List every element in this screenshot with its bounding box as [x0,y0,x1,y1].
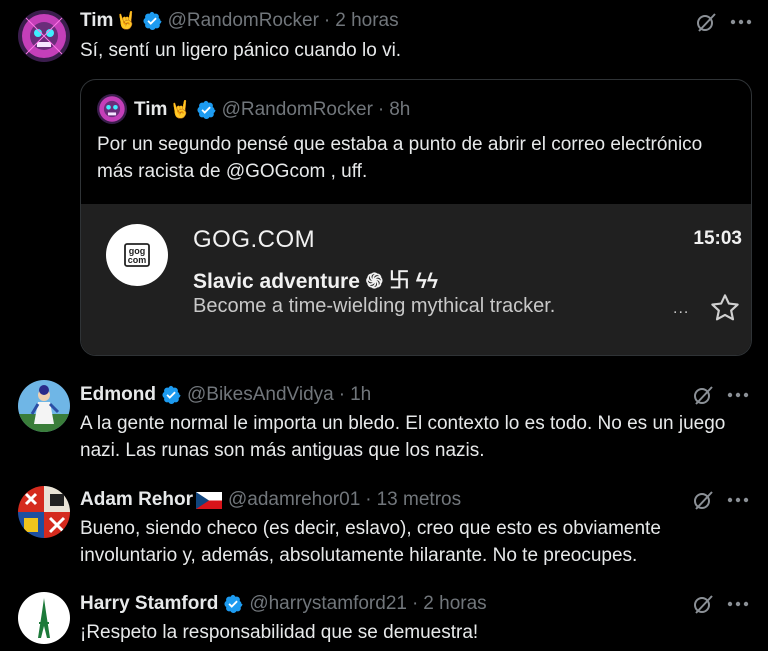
notification-title: Slavic adventure ֍ ࿕ ϟϟ [193,270,438,293]
post-header: Harry Stamford @harrystamford21 · 2 hora… [80,593,487,615]
post-time[interactable]: 2 horas [335,10,398,32]
post-header: Adam Rehor @adamrehor01 · 13 metros [80,489,461,511]
avatar-edmond[interactable] [18,380,70,432]
post-text: ¡Respeto la responsabilidad que se demue… [80,622,479,643]
quoted-author-handle: @RandomRocker [221,99,373,120]
verified-badge-icon [143,11,162,30]
quoted-post[interactable]: Tim 🤘 @RandomRocker · 8h Por un segundo … [80,79,752,356]
quoted-avatar-image [97,94,127,124]
separator: · [411,593,419,614]
author-name[interactable]: Harry Stamford [80,593,218,615]
czech-flag-icon [195,491,222,509]
quoted-post-text: Por un segundo pensé que estaba a punto … [97,134,703,182]
grok-icon[interactable] [695,11,717,33]
post-time[interactable]: 2 horas [423,593,486,615]
name-emoji: 🤘 [115,11,137,30]
author-handle[interactable]: @RandomRocker [168,10,319,32]
notification-body: Become a time-wielding mythical tracker. [193,295,556,317]
gog-logo-mark: gog com [124,243,150,267]
avatar-harry-stamford[interactable] [18,592,70,644]
separator: · [323,10,331,31]
reply-tim[interactable]: Tim 🤘 @RandomRocker · 2 horas Sí, sentí … [0,0,768,370]
avatar-harry-stamford-image [18,592,70,644]
reply-edmond[interactable]: Edmond @BikesAndVidya · 1h A la gente no… [0,370,768,478]
avatar-tim-image [18,10,70,62]
verified-badge-icon [197,100,216,119]
separator: · [365,489,372,510]
more-icon[interactable] [727,600,749,608]
grok-icon[interactable] [692,489,714,511]
reply-harry-stamford[interactable]: Harry Stamford @harrystamford21 · 2 hora… [0,586,768,651]
post-header: Edmond @BikesAndVidya · 1h [80,384,371,406]
quoted-avatar[interactable] [97,94,127,124]
post-time[interactable]: 1h [350,384,371,406]
avatar-tim[interactable] [18,10,70,62]
avatar-adam-rehor-image [18,486,70,538]
more-icon[interactable] [730,18,752,26]
notification-time: 15:03 [693,228,742,249]
avatar-edmond-image [18,380,70,432]
post-text: A la gente normal le importa un bledo. E… [80,413,726,461]
grok-icon[interactable] [692,384,714,406]
more-icon[interactable] [727,496,749,504]
verified-badge-icon [224,594,243,613]
quoted-post-time: 8h [389,99,411,120]
gog-logo: gog com [106,224,168,286]
separator: · [377,99,385,120]
post-time[interactable]: 13 metros [377,489,461,511]
author-handle[interactable]: @adamrehor01 [228,489,360,511]
grok-icon[interactable] [692,593,714,615]
separator: · [338,384,346,405]
notification-more: ... [673,300,690,317]
author-handle[interactable]: @BikesAndVidya [187,384,334,406]
author-name[interactable]: Adam Rehor [80,489,193,511]
gog-logo-line2: com [128,255,147,265]
author-name[interactable]: Edmond [80,384,156,406]
author-name[interactable]: Tim [80,10,113,32]
notification-app-name: GOG.COM [193,226,316,253]
star-icon [711,294,739,321]
post-text: Bueno, siendo checo (es decir, eslavo), … [80,518,661,566]
quoted-author-name: Tim [134,99,168,120]
post-text: Sí, sentí un ligero pánico cuando lo vi. [80,40,402,61]
quoted-name-emoji: 🤘 [169,100,191,119]
avatar-adam-rehor[interactable] [18,486,70,538]
reply-adam-rehor[interactable]: Adam Rehor @adamrehor01 · 13 metros Buen… [0,478,768,586]
quoted-header: Tim 🤘 @RandomRocker · 8h [134,99,410,121]
verified-badge-icon [162,385,181,404]
post-header: Tim 🤘 @RandomRocker · 2 horas [80,10,399,32]
more-icon[interactable] [727,391,749,399]
author-handle[interactable]: @harrystamford21 [249,593,407,615]
quoted-notification-image: gog com GOG.COM 15:03 Slavic adventure ֍… [81,204,751,355]
